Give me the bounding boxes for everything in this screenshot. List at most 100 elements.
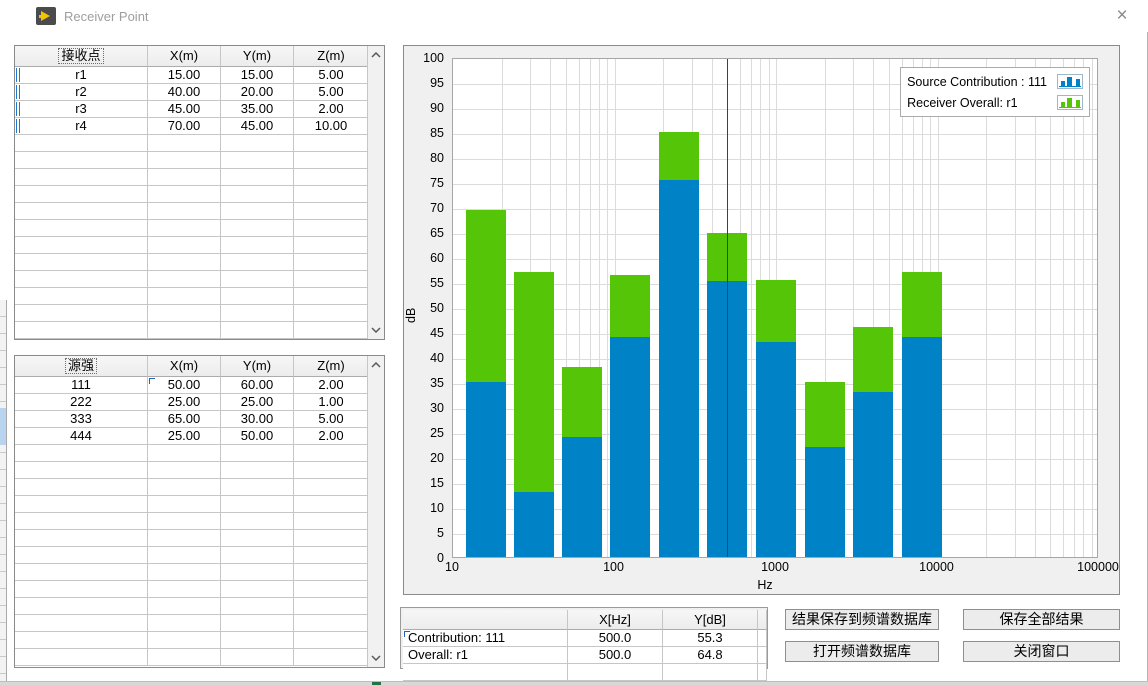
- table-cell[interactable]: [294, 322, 369, 339]
- table-cell[interactable]: [221, 288, 294, 305]
- table-cell[interactable]: [294, 254, 369, 271]
- table-cell[interactable]: [148, 322, 221, 339]
- table-cell[interactable]: 2.00: [294, 377, 369, 394]
- table-cell[interactable]: [148, 547, 221, 564]
- table-cell[interactable]: [148, 632, 221, 649]
- table-cell[interactable]: 2.00: [294, 101, 369, 118]
- source-table-scrollbar[interactable]: [367, 356, 384, 667]
- table-cell[interactable]: [221, 632, 294, 649]
- table-cell[interactable]: [148, 496, 221, 513]
- table-cell[interactable]: r2: [15, 84, 148, 101]
- table-cell[interactable]: [148, 564, 221, 581]
- table-cell[interactable]: 1.00: [294, 394, 369, 411]
- table-cell[interactable]: [148, 254, 221, 271]
- table-cell[interactable]: [148, 135, 221, 152]
- table-cell[interactable]: [15, 649, 148, 666]
- receiver-table-scrollbar[interactable]: [367, 46, 384, 339]
- table-cell[interactable]: [221, 203, 294, 220]
- table-cell[interactable]: [15, 445, 148, 462]
- table-cell[interactable]: [148, 186, 221, 203]
- save-results-to-spectrum-db-button[interactable]: 结果保存到频谱数据库: [785, 609, 939, 630]
- table-cell[interactable]: [15, 547, 148, 564]
- table-cell[interactable]: [221, 564, 294, 581]
- table-cell[interactable]: 30.00: [221, 411, 294, 428]
- table-cell[interactable]: [294, 203, 369, 220]
- table-cell[interactable]: Contribution: 111: [403, 630, 568, 647]
- table-cell[interactable]: [403, 664, 568, 681]
- table-cell[interactable]: [294, 152, 369, 169]
- table-cell[interactable]: [294, 615, 369, 632]
- table-cell[interactable]: [148, 462, 221, 479]
- open-spectrum-db-button[interactable]: 打开频谱数据库: [785, 641, 939, 662]
- table-cell[interactable]: [294, 445, 369, 462]
- table-cell[interactable]: [221, 581, 294, 598]
- table-cell[interactable]: [221, 220, 294, 237]
- table-cell[interactable]: 500.0: [568, 647, 663, 664]
- table-cell[interactable]: [221, 186, 294, 203]
- table-cell[interactable]: [294, 530, 369, 547]
- table-cell[interactable]: [294, 305, 369, 322]
- table-cell[interactable]: [221, 479, 294, 496]
- table-cell[interactable]: [148, 598, 221, 615]
- table-cell[interactable]: [221, 135, 294, 152]
- table-cell[interactable]: [15, 615, 148, 632]
- table-cell[interactable]: 5.00: [294, 411, 369, 428]
- table-cell[interactable]: [15, 203, 148, 220]
- table-cell[interactable]: [294, 479, 369, 496]
- table-cell[interactable]: [148, 305, 221, 322]
- table-cell[interactable]: [15, 581, 148, 598]
- table-cell[interactable]: [294, 649, 369, 666]
- table-cell[interactable]: [758, 647, 767, 664]
- table-cell[interactable]: [15, 305, 148, 322]
- table-cell[interactable]: [294, 632, 369, 649]
- table-cell[interactable]: [758, 630, 767, 647]
- table-cell[interactable]: [148, 152, 221, 169]
- table-cell[interactable]: [663, 664, 758, 681]
- table-cell[interactable]: [15, 598, 148, 615]
- table-cell[interactable]: [15, 237, 148, 254]
- table-cell[interactable]: 25.00: [221, 394, 294, 411]
- table-cell[interactable]: r1: [15, 67, 148, 84]
- table-cell[interactable]: 25.00: [148, 394, 221, 411]
- table-cell[interactable]: 333: [15, 411, 148, 428]
- table-cell[interactable]: [221, 445, 294, 462]
- table-cell[interactable]: r4: [15, 118, 148, 135]
- table-cell[interactable]: [15, 496, 148, 513]
- table-cell[interactable]: 64.8: [663, 647, 758, 664]
- table-cell[interactable]: [148, 479, 221, 496]
- table-cell[interactable]: [15, 271, 148, 288]
- table-cell[interactable]: [15, 513, 148, 530]
- table-cell[interactable]: 35.00: [221, 101, 294, 118]
- table-cell[interactable]: [148, 288, 221, 305]
- table-cell[interactable]: 20.00: [221, 84, 294, 101]
- table-cell[interactable]: [148, 169, 221, 186]
- table-cell[interactable]: [221, 649, 294, 666]
- table-cell[interactable]: [148, 237, 221, 254]
- table-cell[interactable]: 2.00: [294, 428, 369, 445]
- table-cell[interactable]: [15, 152, 148, 169]
- table-cell[interactable]: [15, 462, 148, 479]
- close-window-button[interactable]: 关闭窗口: [963, 641, 1120, 662]
- table-cell[interactable]: [148, 581, 221, 598]
- table-cell[interactable]: [221, 496, 294, 513]
- table-cell[interactable]: [221, 547, 294, 564]
- table-cell[interactable]: 15.00: [148, 67, 221, 84]
- table-cell[interactable]: 5.00: [294, 84, 369, 101]
- table-cell[interactable]: 5.00: [294, 67, 369, 84]
- table-cell[interactable]: [294, 547, 369, 564]
- table-cell[interactable]: [294, 186, 369, 203]
- table-cell[interactable]: [148, 271, 221, 288]
- table-cell[interactable]: [294, 288, 369, 305]
- table-cell[interactable]: [221, 615, 294, 632]
- table-cell[interactable]: [294, 220, 369, 237]
- table-cell[interactable]: [148, 530, 221, 547]
- table-cell[interactable]: 444: [15, 428, 148, 445]
- table-cell[interactable]: [221, 462, 294, 479]
- table-cell[interactable]: [294, 135, 369, 152]
- table-cell[interactable]: [758, 664, 767, 681]
- table-cell[interactable]: [294, 271, 369, 288]
- table-cell[interactable]: [15, 530, 148, 547]
- legend-item[interactable]: Receiver Overall: r1: [907, 92, 1083, 113]
- table-cell[interactable]: [221, 530, 294, 547]
- table-cell[interactable]: [148, 615, 221, 632]
